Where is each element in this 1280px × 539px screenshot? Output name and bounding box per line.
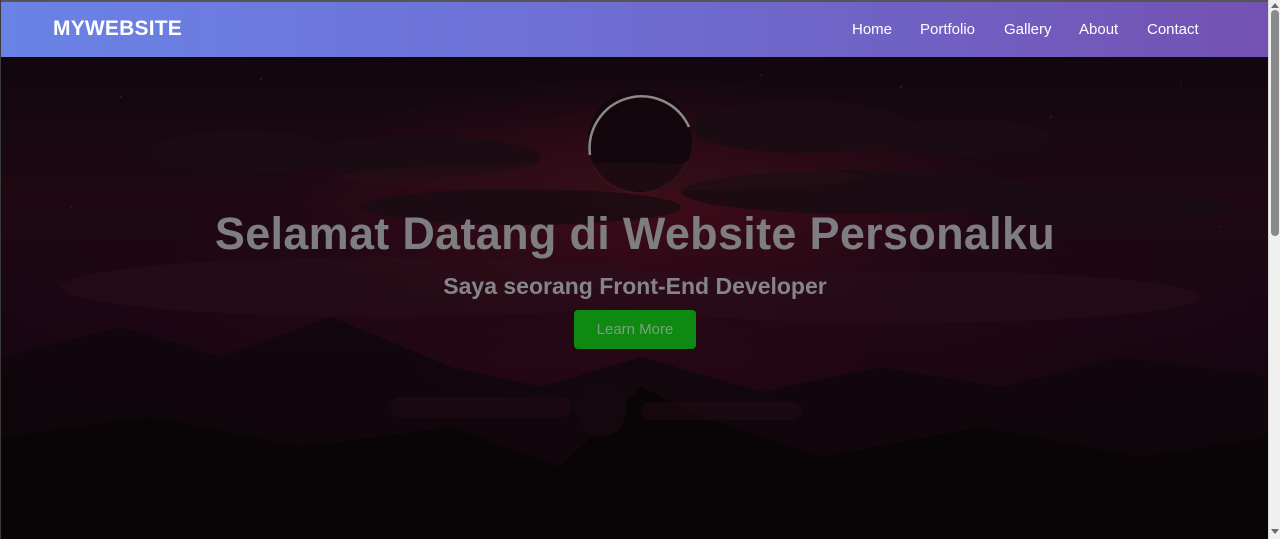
nav-link-gallery[interactable]: Gallery bbox=[1004, 21, 1052, 38]
nav-link-contact[interactable]: Contact bbox=[1147, 21, 1199, 38]
hero-subtitle: Saya seorang Front-End Developer bbox=[443, 273, 827, 299]
hero-title: Selamat Datang di Website Personalku bbox=[214, 208, 1056, 259]
scroll-up-arrow-icon[interactable] bbox=[1271, 1, 1279, 9]
scroll-down-arrow-icon[interactable] bbox=[1271, 528, 1279, 536]
learn-more-button[interactable]: Learn More bbox=[574, 310, 696, 349]
nav-link-home[interactable]: Home bbox=[852, 21, 892, 38]
hero-section: Selamat Datang di Website Personalku Say… bbox=[1, 57, 1268, 539]
vertical-scrollbar[interactable] bbox=[1268, 0, 1280, 539]
brand-logo[interactable]: MYWEBSITE bbox=[53, 17, 182, 41]
nav-link-about[interactable]: About bbox=[1079, 21, 1118, 38]
navbar: MYWEBSITE Home Portfolio Gallery About C… bbox=[1, 0, 1268, 57]
browser-viewport: MYWEBSITE Home Portfolio Gallery About C… bbox=[0, 0, 1268, 539]
scrollbar-thumb[interactable] bbox=[1271, 10, 1279, 236]
nav-link-portfolio[interactable]: Portfolio bbox=[920, 21, 975, 38]
